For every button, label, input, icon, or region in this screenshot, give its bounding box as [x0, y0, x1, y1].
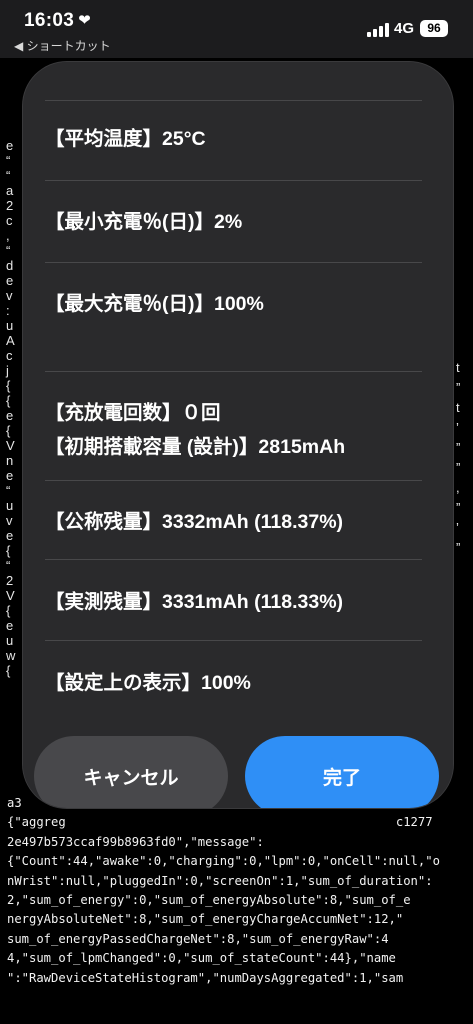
top-fade: [23, 62, 453, 102]
log-line: nergyAbsoluteNet":8,"sum_of_energyCharge…: [7, 912, 404, 927]
row-divider: [45, 640, 422, 641]
cancel-button[interactable]: キャンセル: [34, 736, 228, 808]
cellular-signal-icon: [367, 23, 389, 37]
back-to-shortcuts-link[interactable]: ◀ ショートカット: [14, 37, 111, 54]
battery-info-scroll-area[interactable]: 【平均温度】25°C 【最小充電％(日)】2% 【最大充電％(日)】100% 【…: [23, 62, 453, 716]
row-text: 【最小充電％(日)】2%: [45, 211, 243, 233]
log-line: 2,"sum_of_energy":0,"sum_of_energyAbsolu…: [7, 893, 411, 908]
heart-icon: ❤: [78, 12, 91, 29]
status-time-text: 16:03: [24, 10, 75, 31]
row-text: 【最大充電％(日)】100%: [45, 293, 264, 315]
battery-info-sheet: 【平均温度】25°C 【最小充電％(日)】2% 【最大充電％(日)】100% 【…: [23, 62, 453, 808]
row-text: 【設定上の表示】100%: [45, 672, 251, 694]
battery-level-badge: 96: [420, 20, 448, 37]
row-text: 【平均温度】25°C: [45, 128, 206, 150]
row-divider: [45, 262, 422, 263]
done-button[interactable]: 完了: [245, 736, 439, 808]
row-text: 【公称残量】3332mAh (118.37%): [45, 511, 344, 533]
log-line: sum_of_energyPassedChargeNet":8,"sum_of_…: [7, 931, 389, 946]
sheet-footer: キャンセル 完了: [23, 716, 453, 808]
log-right-edge-text: t ” t ’ ” ” , ” ’ ”: [456, 360, 461, 555]
log-line: {"aggreg c1277: [7, 815, 433, 830]
log-line: {"Count":44,"awake":0,"charging":0,"lpm"…: [7, 854, 440, 869]
log-gutter-text: e “ “ a 2 c , “ d e v : u A c j { { e { …: [6, 138, 16, 678]
log-line: nWrist":null,"pluggedIn":0,"screenOn":1,…: [7, 873, 433, 888]
log-line: 2e497b573ccaf99b8963fd0","message":: [7, 834, 264, 849]
row-text: 【実測残量】3331mAh (118.33%): [45, 591, 344, 613]
row-divider: [45, 559, 422, 560]
row-divider: [45, 180, 422, 181]
row-text: 【充放電回数】０回: [45, 402, 221, 424]
log-line: 4,"sum_of_lpmChanged":0,"sum_of_stateCou…: [7, 951, 396, 966]
status-bar: 16:03 ❤ ◀ ショートカット 4G 96: [0, 0, 473, 58]
status-time: 16:03 ❤: [24, 10, 91, 32]
row-divider: [45, 480, 422, 481]
log-text-block: a3 {"aggreg c1277 2e497b573ccaf99b8963fd…: [7, 794, 469, 988]
network-type: 4G: [394, 20, 415, 37]
row-divider: [45, 371, 422, 372]
log-line: ":"RawDeviceStateHistogram","numDaysAggr…: [7, 970, 404, 985]
row-text: 【初期搭載容量 (設計)】2815mAh: [45, 436, 346, 458]
